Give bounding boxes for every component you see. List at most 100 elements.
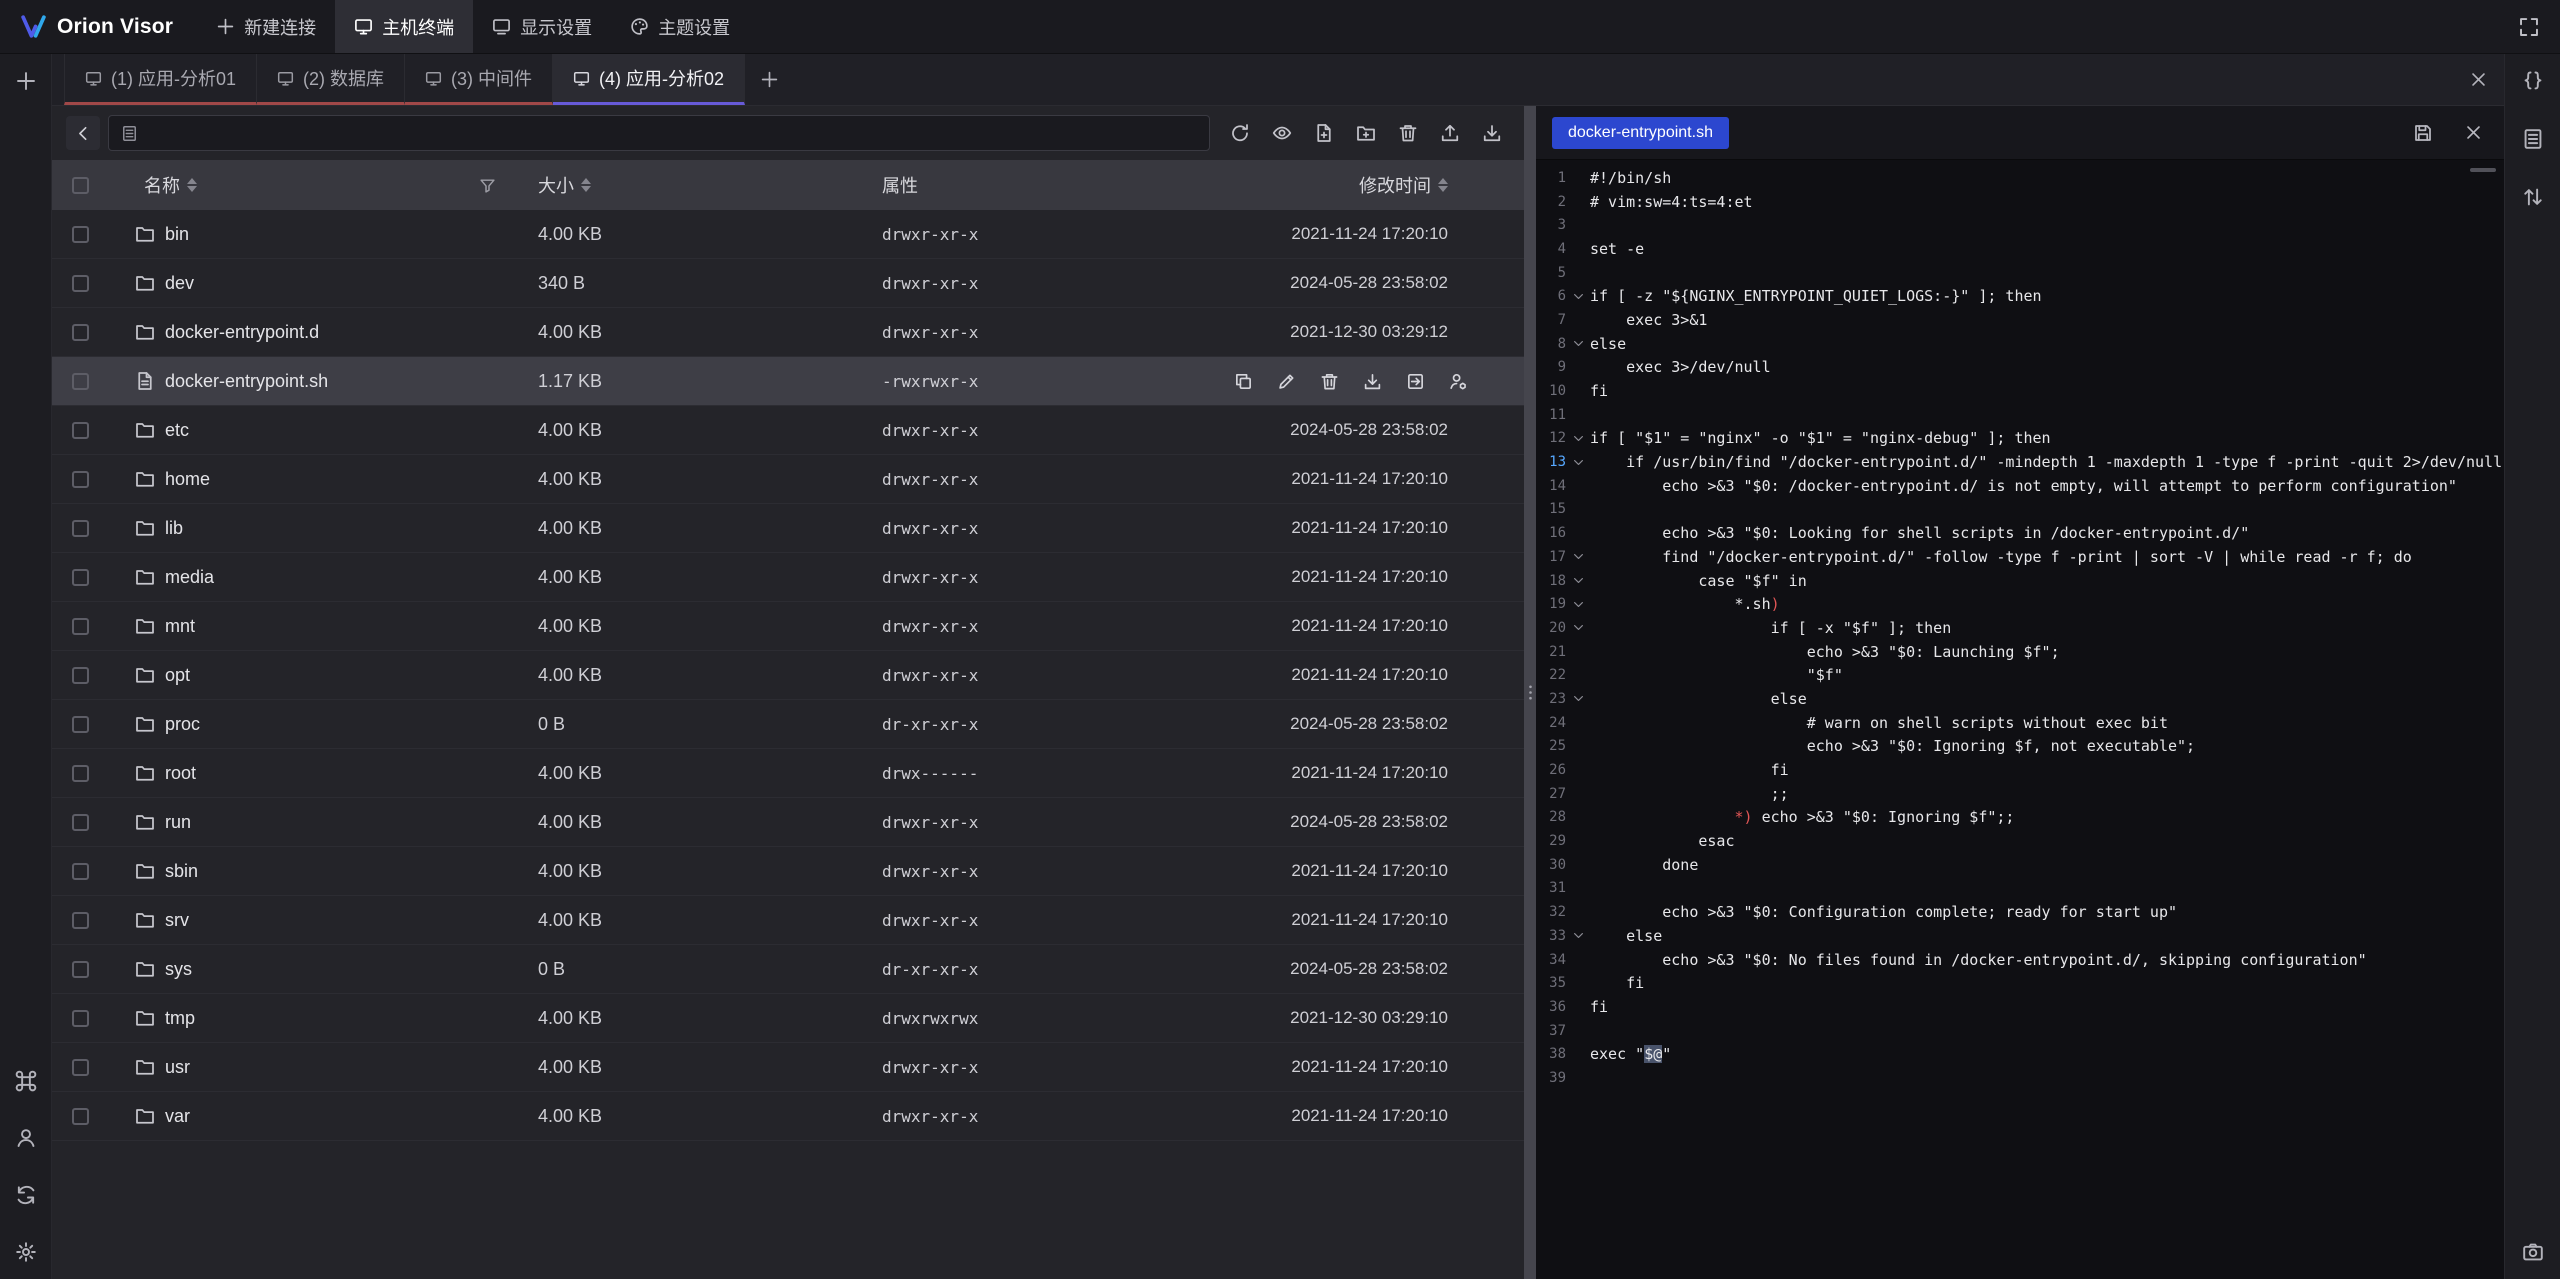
column-mtime[interactable]: 修改时间 xyxy=(1232,172,1524,198)
path-field[interactable] xyxy=(146,123,1197,143)
table-row[interactable]: sys0 Bdr-xr-xr-x2024-05-28 23:58:02 xyxy=(52,945,1524,994)
sort-name-icon[interactable] xyxy=(187,178,197,192)
row-checkbox[interactable] xyxy=(72,569,89,586)
row-checkbox[interactable] xyxy=(72,618,89,635)
file-name[interactable]: srv xyxy=(165,910,189,931)
download-button[interactable] xyxy=(1474,115,1510,151)
select-all-checkbox[interactable] xyxy=(72,177,89,194)
file-name[interactable]: docker-entrypoint.d xyxy=(165,322,319,343)
sync-icon[interactable] xyxy=(15,1184,37,1206)
nav-display-settings[interactable]: 显示设置 xyxy=(473,0,611,53)
row-checkbox[interactable] xyxy=(72,1059,89,1076)
shortcuts-icon[interactable] xyxy=(15,1070,37,1092)
row-checkbox[interactable] xyxy=(72,1108,89,1125)
file-name[interactable]: run xyxy=(165,812,191,833)
table-row[interactable]: media4.00 KBdrwxr-xr-x2021-11-24 17:20:1… xyxy=(52,553,1524,602)
notes-icon[interactable] xyxy=(2522,128,2544,150)
row-checkbox[interactable] xyxy=(72,716,89,733)
file-name[interactable]: bin xyxy=(165,224,189,245)
fold-chevron-icon[interactable] xyxy=(1572,621,1585,634)
table-row[interactable]: proc0 Bdr-xr-xr-x2024-05-28 23:58:02 xyxy=(52,700,1524,749)
table-row[interactable]: opt4.00 KBdrwxr-xr-x2021-11-24 17:20:10 xyxy=(52,651,1524,700)
row-checkbox[interactable] xyxy=(72,471,89,488)
file-name[interactable]: dev xyxy=(165,273,194,294)
file-name[interactable]: sys xyxy=(165,959,192,980)
row-checkbox[interactable] xyxy=(72,863,89,880)
file-name[interactable]: home xyxy=(165,469,210,490)
fold-chevron-icon[interactable] xyxy=(1572,692,1585,705)
file-name[interactable]: sbin xyxy=(165,861,198,882)
table-row[interactable]: dev340 Bdrwxr-xr-x2024-05-28 23:58:02 xyxy=(52,259,1524,308)
file-name[interactable]: media xyxy=(165,567,214,588)
column-name[interactable]: 名称 xyxy=(108,172,538,198)
row-checkbox[interactable] xyxy=(72,1010,89,1027)
file-name[interactable]: usr xyxy=(165,1057,190,1078)
file-name[interactable]: docker-entrypoint.sh xyxy=(165,371,328,392)
copy-icon[interactable] xyxy=(1234,372,1253,391)
save-button[interactable] xyxy=(2408,118,2438,148)
file-name[interactable]: proc xyxy=(165,714,200,735)
move-icon[interactable] xyxy=(1406,372,1425,391)
back-button[interactable] xyxy=(66,116,100,150)
row-checkbox[interactable] xyxy=(72,324,89,341)
table-row[interactable]: mnt4.00 KBdrwxr-xr-x2021-11-24 17:20:10 xyxy=(52,602,1524,651)
file-name[interactable]: tmp xyxy=(165,1008,195,1029)
app-brand[interactable]: Orion Visor xyxy=(0,0,197,53)
panel-resize-handle[interactable] xyxy=(1524,106,1536,1279)
table-row[interactable]: tmp4.00 KBdrwxrwxrwx2021-12-30 03:29:10 xyxy=(52,994,1524,1043)
new-folder-button[interactable] xyxy=(1348,115,1384,151)
file-name[interactable]: lib xyxy=(165,518,183,539)
row-checkbox[interactable] xyxy=(72,912,89,929)
table-row[interactable]: usr4.00 KBdrwxr-xr-x2021-11-24 17:20:10 xyxy=(52,1043,1524,1092)
fullscreen-icon[interactable] xyxy=(2518,16,2540,38)
row-checkbox[interactable] xyxy=(72,226,89,243)
fold-chevron-icon[interactable] xyxy=(1572,456,1585,469)
row-checkbox[interactable] xyxy=(72,667,89,684)
new-tab-icon[interactable] xyxy=(15,70,37,92)
fold-chevron-icon[interactable] xyxy=(1572,574,1585,587)
table-row[interactable]: etc4.00 KBdrwxr-xr-x2024-05-28 23:58:02 xyxy=(52,406,1524,455)
nav-host-terminal[interactable]: 主机终端 xyxy=(335,0,473,53)
table-row[interactable]: root4.00 KBdrwx------2021-11-24 17:20:10 xyxy=(52,749,1524,798)
row-checkbox[interactable] xyxy=(72,765,89,782)
editor-scrollbar-thumb[interactable] xyxy=(2470,168,2496,172)
fold-chevron-icon[interactable] xyxy=(1572,550,1585,563)
upload-button[interactable] xyxy=(1432,115,1468,151)
filter-icon[interactable] xyxy=(479,177,496,194)
variables-icon[interactable] xyxy=(2522,70,2544,92)
new-file-button[interactable] xyxy=(1306,115,1342,151)
column-size[interactable]: 大小 xyxy=(538,172,882,198)
edit-icon[interactable] xyxy=(1277,372,1296,391)
row-checkbox[interactable] xyxy=(72,814,89,831)
table-row[interactable]: bin4.00 KBdrwxr-xr-x2021-11-24 17:20:10 xyxy=(52,210,1524,259)
sort-mtime-icon[interactable] xyxy=(1438,178,1448,192)
table-row[interactable]: run4.00 KBdrwxr-xr-x2024-05-28 23:58:02 xyxy=(52,798,1524,847)
row-checkbox[interactable] xyxy=(72,961,89,978)
delete-button[interactable] xyxy=(1390,115,1426,151)
permission-icon[interactable] xyxy=(1449,372,1468,391)
path-input[interactable] xyxy=(108,115,1210,151)
table-row[interactable]: docker-entrypoint.sh1.17 KB-rwxrwxr-x xyxy=(52,357,1524,406)
table-row[interactable]: srv4.00 KBdrwxr-xr-x2021-11-24 17:20:10 xyxy=(52,896,1524,945)
delete-icon[interactable] xyxy=(1320,372,1339,391)
row-checkbox[interactable] xyxy=(72,373,89,390)
download-icon[interactable] xyxy=(1363,372,1382,391)
sort-panels-icon[interactable] xyxy=(2522,186,2544,208)
refresh-button[interactable] xyxy=(1222,115,1258,151)
show-hidden-button[interactable] xyxy=(1264,115,1300,151)
terminal-tab-3[interactable]: (3) 中间件 xyxy=(405,54,553,105)
fold-chevron-icon[interactable] xyxy=(1572,290,1585,303)
file-name[interactable]: opt xyxy=(165,665,190,686)
table-row[interactable]: lib4.00 KBdrwxr-xr-x2021-11-24 17:20:10 xyxy=(52,504,1524,553)
table-row[interactable]: var4.00 KBdrwxr-xr-x2021-11-24 17:20:10 xyxy=(52,1092,1524,1141)
screenshot-icon[interactable] xyxy=(2522,1241,2544,1263)
file-name[interactable]: mnt xyxy=(165,616,195,637)
terminal-tab-1[interactable]: (1) 应用-分析01 xyxy=(64,54,257,105)
terminal-tab-4[interactable]: (4) 应用-分析02 xyxy=(553,54,745,105)
table-row[interactable]: home4.00 KBdrwxr-xr-x2021-11-24 17:20:10 xyxy=(52,455,1524,504)
fold-chevron-icon[interactable] xyxy=(1572,432,1585,445)
code-editor[interactable]: 1#!/bin/sh2# vim:sw=4:ts=4:et34set -e56i… xyxy=(1536,160,2504,1279)
nav-new-connection[interactable]: 新建连接 xyxy=(197,0,335,53)
sort-size-icon[interactable] xyxy=(581,178,591,192)
fold-chevron-icon[interactable] xyxy=(1572,598,1585,611)
